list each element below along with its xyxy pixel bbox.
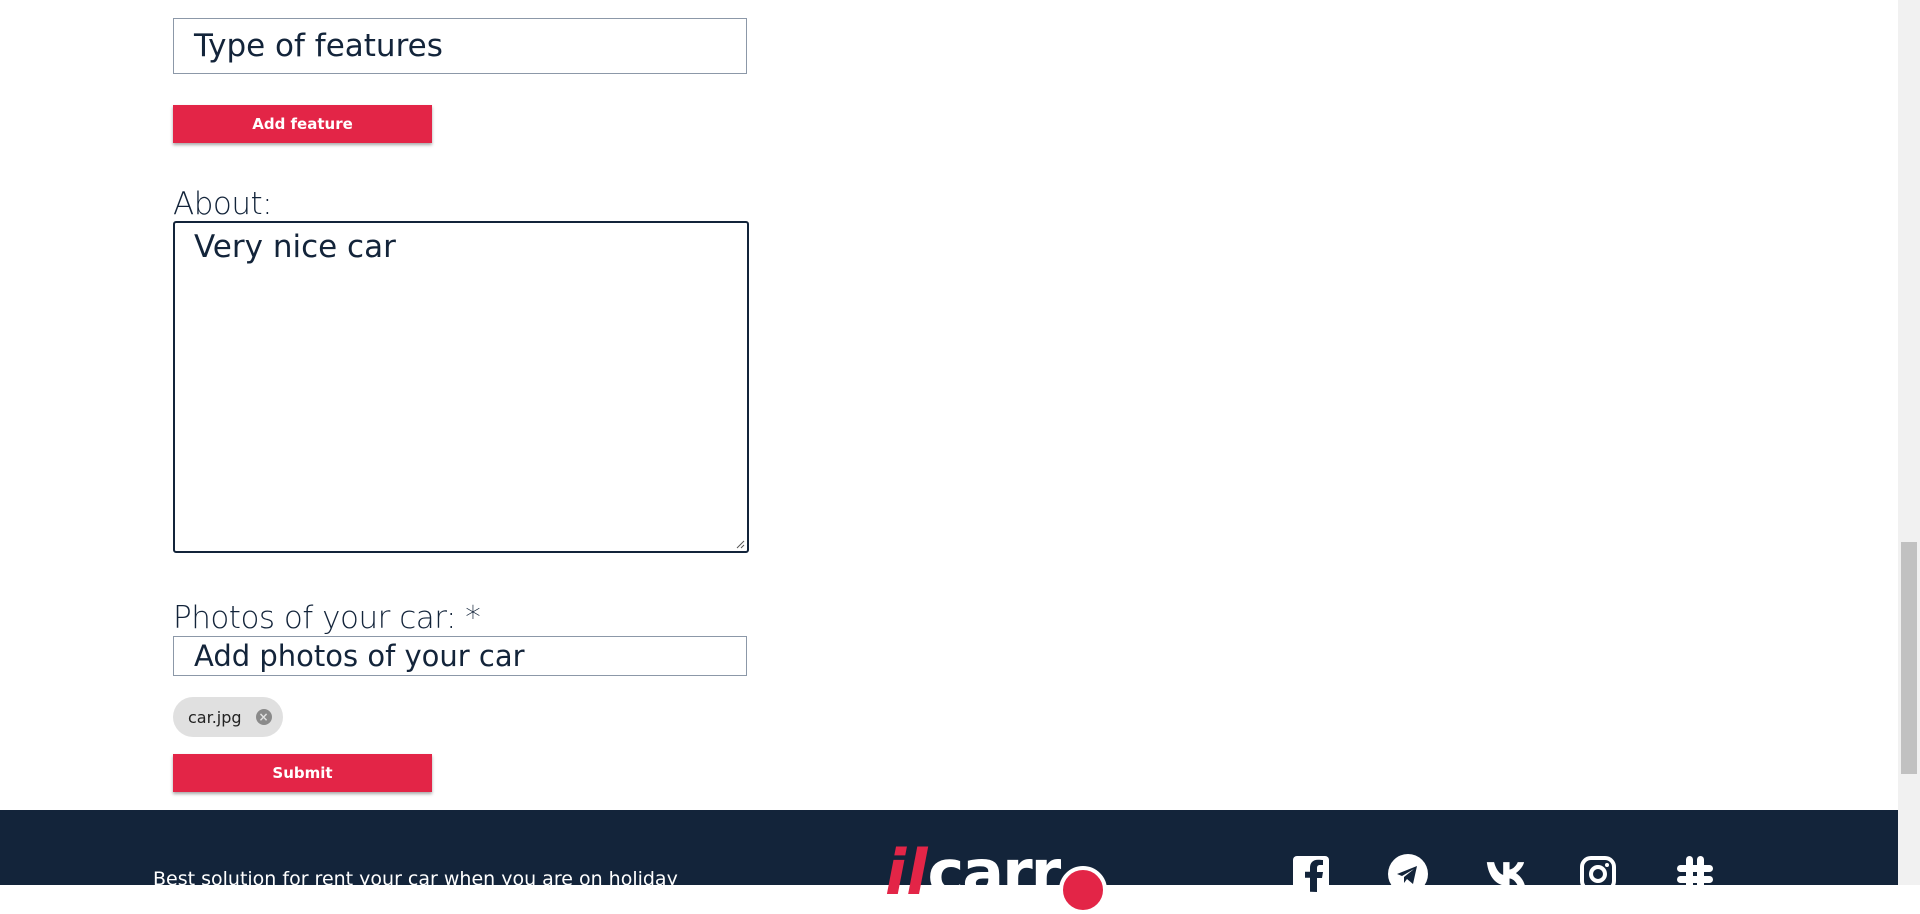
vk-icon[interactable] [1485, 854, 1525, 894]
photos-label: Photos of your car: * [173, 600, 481, 636]
about-label: About: [173, 186, 273, 222]
file-chip-label: car.jpg [188, 707, 242, 727]
resize-grip-icon[interactable] [735, 539, 745, 549]
about-text: Very nice car [194, 229, 396, 265]
add-car-page: Type of features Add feature About: Very… [0, 0, 1898, 914]
logo-word: carr [927, 836, 1062, 909]
logo-prefix: il [885, 836, 928, 909]
features-input[interactable]: Type of features [173, 18, 747, 74]
telegram-icon[interactable] [1388, 854, 1428, 894]
footer: Best solution for rent your car when you… [0, 810, 1898, 914]
facebook-icon[interactable] [1291, 854, 1331, 894]
about-textarea[interactable]: Very nice car [173, 221, 749, 553]
slack-icon[interactable] [1675, 854, 1715, 894]
submit-button[interactable]: Submit [173, 754, 432, 792]
instagram-icon[interactable] [1578, 854, 1618, 894]
ilcarro-logo[interactable]: ilcarr [885, 842, 1108, 914]
photos-input[interactable]: Add photos of your car [173, 636, 747, 676]
logo-car-icon [1059, 866, 1108, 914]
footer-tagline: Best solution for rent your car when you… [153, 868, 678, 890]
remove-file-icon[interactable]: × [255, 709, 272, 725]
scrollbar-thumb[interactable] [1901, 542, 1917, 774]
file-chip: car.jpg × [173, 697, 283, 737]
add-feature-button[interactable]: Add feature [173, 105, 432, 143]
